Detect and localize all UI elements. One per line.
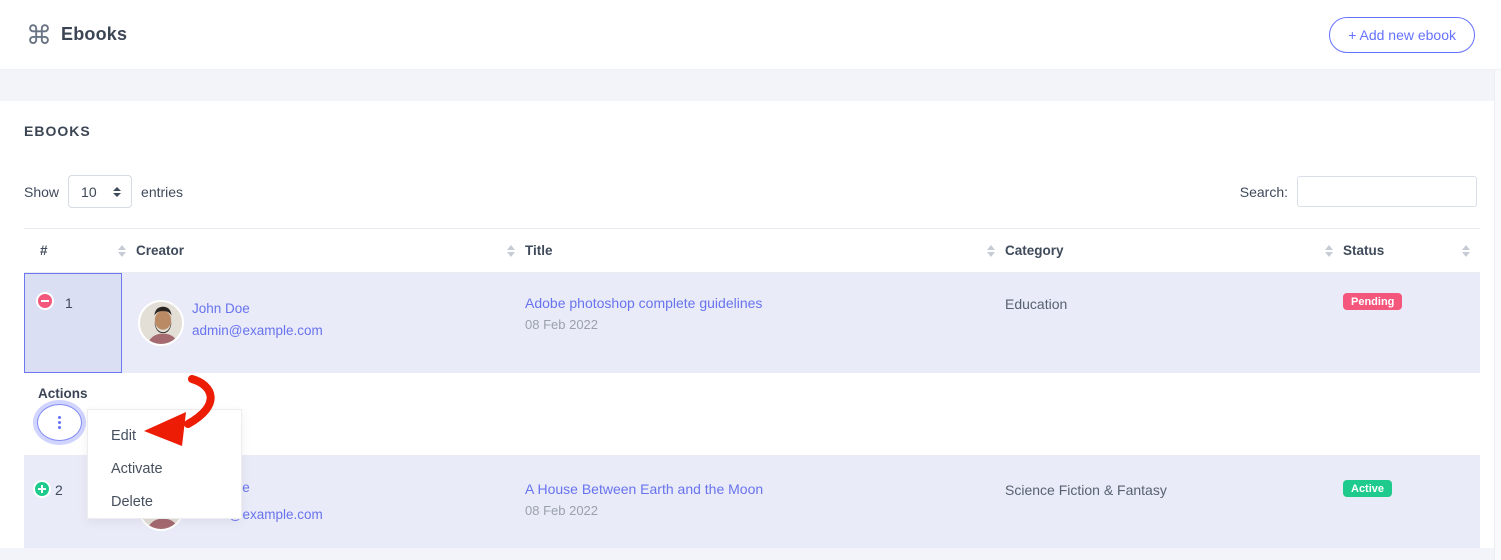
row-index: 1 xyxy=(65,295,73,311)
sort-icon xyxy=(987,245,995,257)
sort-icon xyxy=(507,245,515,257)
vertical-dots-icon xyxy=(58,416,61,429)
menu-item-delete[interactable]: Delete xyxy=(88,486,241,519)
column-header-creator[interactable]: Creator xyxy=(136,229,525,272)
row-actions-button[interactable] xyxy=(37,404,82,441)
search-input[interactable] xyxy=(1297,176,1477,207)
actions-label: Actions xyxy=(38,386,88,401)
actions-dropdown-menu: Edit Activate Delete xyxy=(87,409,242,519)
status-badge: Active xyxy=(1343,480,1392,497)
ebooks-card: EBOOKS Show 10 entries Search: # xyxy=(0,101,1494,548)
sort-icon xyxy=(1462,245,1470,257)
entries-select[interactable]: 10 xyxy=(68,175,132,208)
table-row: 1 John Doe admin@example.com Adobe p xyxy=(24,273,1480,373)
entries-control: Show 10 entries xyxy=(24,175,183,208)
page-title: Ebooks xyxy=(61,24,127,45)
ebook-title-link[interactable]: Adobe photoshop complete guidelines xyxy=(525,295,762,311)
table-header-row: # Creator Title Category Status xyxy=(24,228,1480,273)
ebook-date: 08 Feb 2022 xyxy=(525,503,598,518)
table-controls: Show 10 entries Search: xyxy=(24,175,1477,208)
row-index: 2 xyxy=(55,482,63,498)
show-label: Show xyxy=(24,184,59,200)
add-new-ebook-button[interactable]: + Add new ebook xyxy=(1329,17,1475,53)
column-header-title[interactable]: Title xyxy=(525,229,1005,272)
category-cell: Education xyxy=(1005,273,1343,373)
category-text: Science Fiction & Fantasy xyxy=(1005,482,1167,498)
search-control: Search: xyxy=(1240,176,1477,207)
sort-icon xyxy=(1325,245,1333,257)
panel-title: EBOOKS xyxy=(24,123,91,139)
row-index-cell[interactable]: 1 xyxy=(24,273,122,373)
menu-item-activate[interactable]: Activate xyxy=(88,453,241,486)
category-text: Education xyxy=(1005,296,1067,312)
category-cell: Science Fiction & Fantasy xyxy=(1005,455,1343,548)
status-badge: Pending xyxy=(1343,293,1402,310)
status-cell: Pending xyxy=(1343,273,1480,373)
column-header-status[interactable]: Status xyxy=(1343,229,1480,272)
top-bar: Ebooks + Add new ebook xyxy=(0,0,1501,70)
entries-label: entries xyxy=(141,184,183,200)
search-label: Search: xyxy=(1240,184,1288,200)
creator-email: admin@example.com xyxy=(192,323,323,338)
command-icon xyxy=(26,22,52,48)
ebook-title-link[interactable]: A House Between Earth and the Moon xyxy=(525,481,763,497)
status-cell: Active xyxy=(1343,455,1480,548)
creator-cell: John Doe admin@example.com xyxy=(136,273,525,373)
scrollbar-track[interactable] xyxy=(1494,70,1501,560)
title-cell: A House Between Earth and the Moon 08 Fe… xyxy=(525,455,1005,548)
select-arrows-icon xyxy=(113,187,121,197)
table-row: 2 John Doe admin@example.com A House Bet… xyxy=(24,455,1480,548)
collapse-row-icon[interactable] xyxy=(36,292,54,310)
expand-row-icon[interactable] xyxy=(33,480,51,498)
page-heading: Ebooks xyxy=(26,22,127,48)
sort-icon xyxy=(118,245,126,257)
menu-item-edit[interactable]: Edit xyxy=(88,420,241,453)
creator-avatar xyxy=(138,300,184,346)
ebook-date: 08 Feb 2022 xyxy=(525,317,598,332)
title-cell: Adobe photoshop complete guidelines 08 F… xyxy=(525,273,1005,373)
creator-name-link[interactable]: John Doe xyxy=(192,301,250,316)
ebooks-admin-page: Ebooks + Add new ebook EBOOKS Show 10 en… xyxy=(0,0,1501,560)
entries-select-value: 10 xyxy=(81,184,97,200)
column-header-category[interactable]: Category xyxy=(1005,229,1343,272)
column-header-index[interactable]: # xyxy=(24,229,136,272)
